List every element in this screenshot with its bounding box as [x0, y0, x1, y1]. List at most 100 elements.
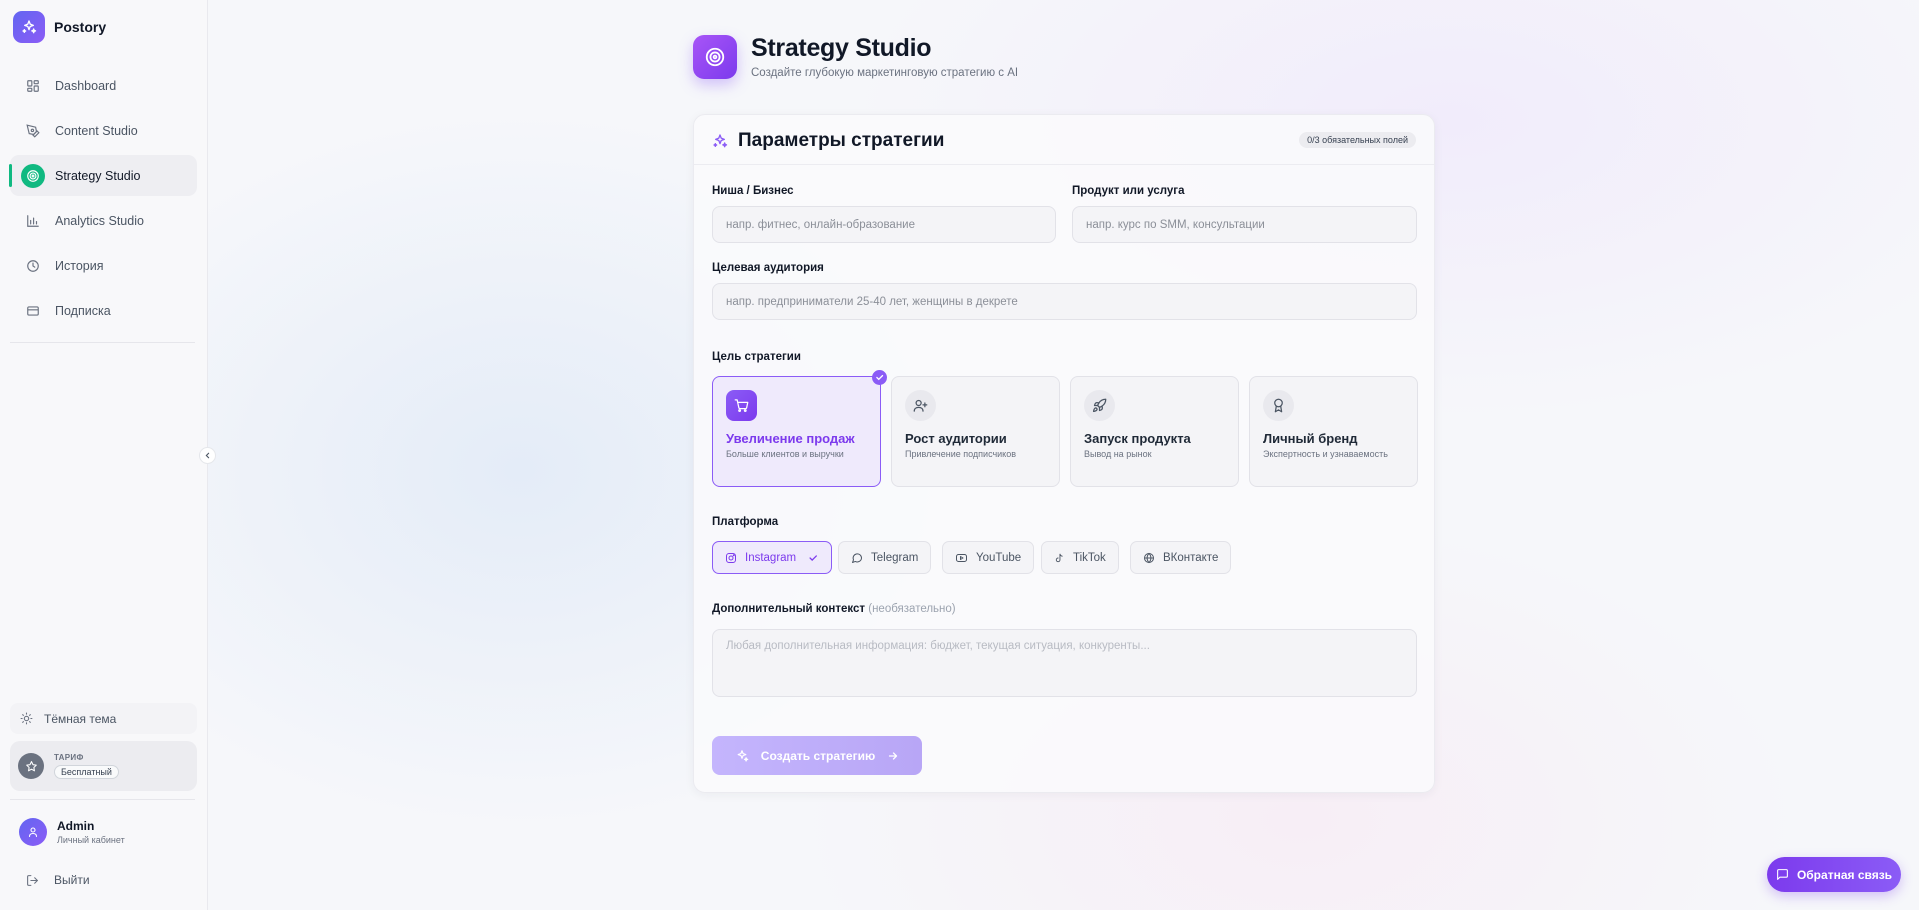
sidebar-item-subscription[interactable]: Подписка [10, 290, 197, 331]
brand-name: Postory [54, 19, 107, 35]
chat-icon [851, 552, 863, 564]
sparkles-icon [712, 133, 728, 149]
sidebar-item-label: Analytics Studio [55, 213, 144, 228]
check-icon [872, 370, 887, 385]
context-optional: (необязательно) [868, 603, 956, 615]
theme-toggle[interactable]: Тёмная тема [10, 703, 197, 734]
niche-label: Ниша / Бизнес [712, 185, 794, 197]
youtube-icon [955, 552, 968, 564]
sidebar-item-analytics-studio[interactable]: Analytics Studio [10, 200, 197, 241]
create-strategy-button[interactable]: Создать стратегию [712, 736, 922, 775]
goal-option-personal-brand[interactable]: Личный бренд Экспертность и узнаваемость [1249, 376, 1418, 487]
sidebar-divider [10, 342, 195, 343]
clock-icon [26, 259, 40, 273]
star-icon [18, 753, 44, 779]
card-header: Параметры стратегии 0/3 обязательных пол… [694, 115, 1434, 165]
submit-label: Создать стратегию [760, 748, 876, 763]
strategy-parameters-card: Параметры стратегии 0/3 обязательных пол… [693, 114, 1435, 793]
user-plus-icon [905, 390, 936, 421]
page-subtitle: Создайте глубокую маркетинговую стратеги… [751, 67, 1019, 79]
feedback-button[interactable]: Обратная связь [1767, 857, 1901, 892]
user-subtitle: Личный кабинет [57, 835, 125, 845]
page-header: Strategy Studio Создайте глубокую маркет… [693, 34, 1018, 79]
sidebar-item-strategy-studio[interactable]: Strategy Studio [9, 155, 197, 196]
sidebar-item-label: Подписка [55, 303, 111, 318]
instagram-icon [725, 552, 737, 564]
avatar [19, 818, 47, 846]
collapse-sidebar-button[interactable] [199, 447, 216, 464]
context-textarea[interactable] [712, 629, 1417, 697]
required-fields-badge: 0/3 обязательных полей [1299, 132, 1416, 148]
card-title: Параметры стратегии [738, 130, 945, 151]
sparkles-icon [13, 11, 45, 43]
niche-input[interactable] [712, 206, 1056, 243]
page-title: Strategy Studio [751, 34, 932, 62]
target-icon [21, 163, 45, 188]
plan-badge: Бесплатный [54, 764, 119, 779]
goal-title: Рост аудитории [905, 431, 1007, 446]
award-icon [1263, 390, 1294, 421]
card-icon [26, 304, 40, 318]
tiktok-icon [1054, 552, 1065, 564]
goal-title: Запуск продукта [1084, 431, 1191, 446]
logout-icon [26, 874, 39, 887]
platform-youtube[interactable]: YouTube [942, 541, 1035, 574]
sun-icon [20, 712, 33, 725]
sidebar-item-label: Strategy Studio [55, 168, 141, 183]
product-input[interactable] [1072, 206, 1417, 243]
plan-label: ТАРИФ [54, 752, 84, 762]
context-label-text: Дополнительный контекст [712, 603, 866, 615]
message-icon [1776, 868, 1789, 881]
user-profile[interactable]: Admin Личный кабинет [19, 818, 125, 846]
rocket-icon [1084, 390, 1115, 421]
logout-label: Выйти [54, 873, 90, 887]
platform-instagram[interactable]: Instagram [712, 541, 832, 574]
sidebar-item-label: Content Studio [55, 123, 138, 138]
goal-title: Увеличение продаж [726, 431, 855, 446]
user-name: Admin [57, 819, 95, 833]
goal-option-launch[interactable]: Запуск продукта Вывод на рынок [1070, 376, 1239, 487]
globe-icon [1143, 552, 1155, 564]
feedback-label: Обратная связь [1796, 867, 1893, 882]
chip-label: Instagram [745, 551, 797, 564]
pen-icon [26, 123, 40, 138]
sidebar-item-content-studio[interactable]: Content Studio [10, 110, 197, 151]
check-icon [808, 553, 818, 563]
sidebar-item-history[interactable]: История [10, 245, 197, 286]
chip-label: Telegram [871, 551, 919, 564]
product-label: Продукт или услуга [1072, 185, 1185, 197]
brand[interactable]: Postory [13, 11, 106, 43]
context-label: Дополнительный контекст (необязательно) [712, 603, 956, 615]
chevron-left-icon [203, 451, 212, 460]
audience-input[interactable] [712, 283, 1417, 320]
goal-option-sales[interactable]: Увеличение продаж Больше клиентов и выру… [712, 370, 887, 487]
cart-icon [726, 390, 757, 421]
theme-toggle-label: Тёмная тема [44, 711, 117, 726]
chip-label: TikTok [1073, 551, 1106, 564]
sidebar: Postory Dashboard Content Studio Strateg… [0, 0, 208, 910]
target-icon [693, 34, 737, 79]
goal-option-audience[interactable]: Рост аудитории Привлечение подписчиков [891, 376, 1060, 487]
sidebar-item-label: История [55, 258, 104, 273]
sidebar-nav: Dashboard Content Studio Strategy Studio… [9, 65, 197, 335]
platform-telegram[interactable]: Telegram [838, 541, 932, 574]
plan-card[interactable]: ТАРИФ Бесплатный [10, 741, 197, 791]
goal-label: Цель стратегии [712, 351, 801, 363]
goal-subtitle: Больше клиентов и выручки [726, 449, 844, 459]
goal-title: Личный бренд [1263, 431, 1358, 446]
platform-label: Платформа [712, 516, 779, 528]
bar-chart-icon [26, 214, 40, 228]
sidebar-item-dashboard[interactable]: Dashboard [10, 65, 197, 106]
sidebar-divider [10, 799, 195, 800]
grid-icon [26, 79, 40, 93]
logout-button[interactable]: Выйти [26, 873, 90, 887]
platform-vkontakte[interactable]: ВКонтакте [1130, 541, 1232, 574]
chip-label: YouTube [976, 551, 1022, 564]
goal-subtitle: Вывод на рынок [1084, 449, 1152, 459]
chip-label: ВКонтакте [1163, 551, 1219, 564]
platform-tiktok[interactable]: TikTok [1041, 541, 1119, 574]
arrow-right-icon [887, 750, 899, 762]
audience-label: Целевая аудитория [712, 262, 824, 274]
goal-subtitle: Экспертность и узнаваемость [1263, 449, 1388, 459]
sidebar-item-label: Dashboard [55, 78, 117, 93]
